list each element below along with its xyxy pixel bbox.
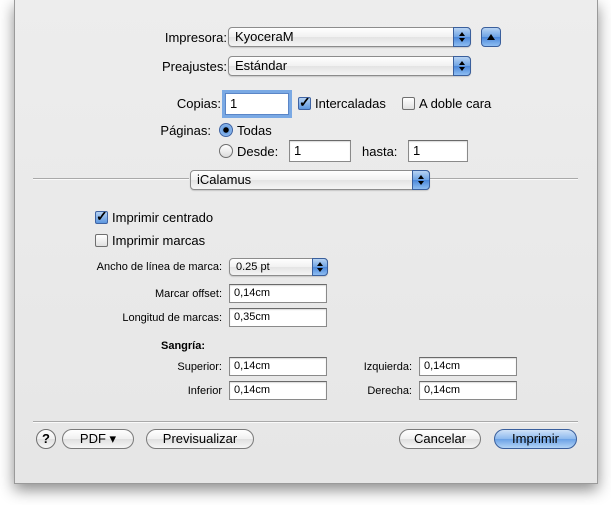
- separator: [33, 421, 578, 423]
- bleed-top-label: Superior:: [177, 361, 222, 373]
- pages-label: Páginas:: [160, 123, 211, 138]
- presets-popup[interactable]: Estándar: [228, 56, 471, 76]
- presets-value: Estándar: [235, 58, 288, 73]
- bleed-heading: Sangría:: [161, 340, 206, 352]
- duplex-label: A doble cara: [419, 96, 492, 111]
- print-centered-label: Imprimir centrado: [112, 210, 214, 225]
- mark-offset-label: Marcar offset:: [154, 288, 222, 300]
- chevron-updown-icon: [312, 258, 328, 276]
- pages-from-label: Desde:: [237, 144, 279, 159]
- copies-field[interactable]: 1: [225, 93, 289, 115]
- pages-range-radio[interactable]: [219, 144, 233, 158]
- bleed-left-label: Izquierda:: [363, 361, 412, 373]
- preview-button[interactable]: Previsualizar: [146, 429, 254, 449]
- presets-label: Preajustes:: [161, 59, 227, 74]
- pages-to-field[interactable]: 1: [408, 140, 468, 162]
- pages-all-radio[interactable]: [219, 123, 233, 137]
- print-dialog: Impresora: KyoceraM Preajustes: Estándar…: [14, 0, 598, 484]
- panel-selector-value: iCalamus: [197, 172, 252, 187]
- checkmark-icon: ✓: [96, 208, 108, 224]
- mark-width-label: Ancho de línea de marca:: [96, 261, 222, 273]
- printer-popup[interactable]: KyoceraM: [228, 27, 471, 47]
- print-button[interactable]: Imprimir: [494, 429, 577, 449]
- print-marks-checkbox[interactable]: [95, 234, 108, 247]
- cancel-button[interactable]: Cancelar: [399, 429, 481, 449]
- chevron-updown-icon: [453, 56, 471, 76]
- collated-checkbox[interactable]: ✓: [298, 94, 311, 110]
- chevron-updown-icon: [412, 170, 430, 190]
- mark-length-field[interactable]: 0,35cm: [229, 308, 327, 327]
- checkmark-icon: ✓: [299, 94, 311, 110]
- pdf-menu-button[interactable]: PDF ▾: [62, 429, 134, 449]
- mark-offset-field[interactable]: 0,14cm: [229, 284, 327, 303]
- panel-selector-popup[interactable]: iCalamus: [190, 170, 430, 190]
- chevron-updown-icon: [453, 27, 471, 47]
- bleed-right-label: Derecha:: [367, 385, 412, 397]
- mark-length-label: Longitud de marcas:: [122, 312, 222, 324]
- printer-label: Impresora:: [164, 30, 227, 45]
- bleed-right-field[interactable]: 0,14cm: [419, 381, 517, 400]
- bleed-bottom-field[interactable]: 0,14cm: [229, 381, 327, 400]
- bleed-top-field[interactable]: 0,14cm: [229, 357, 327, 376]
- collated-label: Intercaladas: [315, 96, 386, 111]
- pages-from-field[interactable]: 1: [289, 140, 351, 162]
- copies-label: Copias:: [176, 96, 221, 111]
- duplex-checkbox[interactable]: [402, 97, 415, 110]
- print-marks-label: Imprimir marcas: [112, 233, 206, 248]
- bleed-bottom-label: Inferior: [187, 385, 222, 397]
- printer-value: KyoceraM: [235, 29, 294, 44]
- help-button[interactable]: ?: [36, 429, 56, 449]
- mark-width-popup[interactable]: 0.25 pt: [229, 258, 328, 276]
- print-centered-checkbox[interactable]: ✓: [95, 208, 108, 224]
- pages-to-label: hasta:: [362, 144, 398, 159]
- disclosure-button[interactable]: [481, 27, 501, 47]
- question-mark-icon: ?: [42, 431, 50, 446]
- pages-all-label: Todas: [237, 123, 272, 138]
- triangle-up-icon: [487, 34, 495, 40]
- bleed-left-field[interactable]: 0,14cm: [419, 357, 517, 376]
- mark-width-value: 0.25 pt: [236, 261, 270, 273]
- separator: [428, 178, 578, 180]
- separator: [33, 178, 189, 180]
